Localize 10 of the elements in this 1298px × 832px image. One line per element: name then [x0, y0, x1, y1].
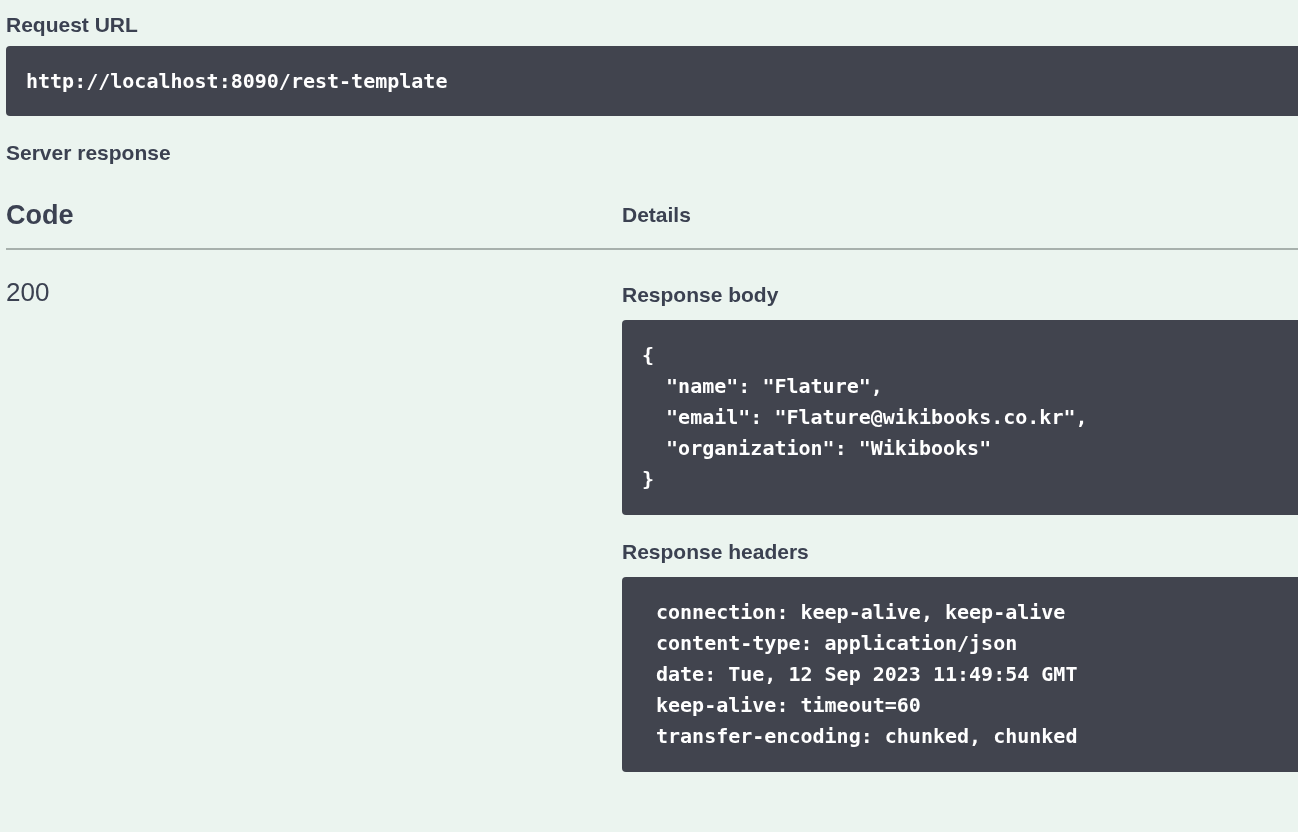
- response-body-code: { "name": "Flature", "email": "Flature@wikibooks.co.kr", "organization": "Wikibooks" }: [622, 320, 1298, 515]
- response-body-label: Response body: [622, 282, 780, 308]
- column-header: Details: [622, 203, 692, 227]
- status-code: 200: [6, 276, 51, 309]
- response-headers-code: connection: keep-alive, keep-alive content-type: application/json date: Tue, 12 Sep 2023 11:49:54 GMT keep-alive: timeout=60 transfer-encoding: chunked, chunked: [622, 577, 1298, 772]
- request-url-code: http://localhost:8090/rest-template: [6, 46, 1298, 116]
- response-headers-label: Response headers: [622, 539, 810, 565]
- section-title: Server response: [6, 140, 172, 166]
- column-header: Code: [6, 199, 75, 231]
- request-url-label: Request URL: [6, 12, 139, 38]
